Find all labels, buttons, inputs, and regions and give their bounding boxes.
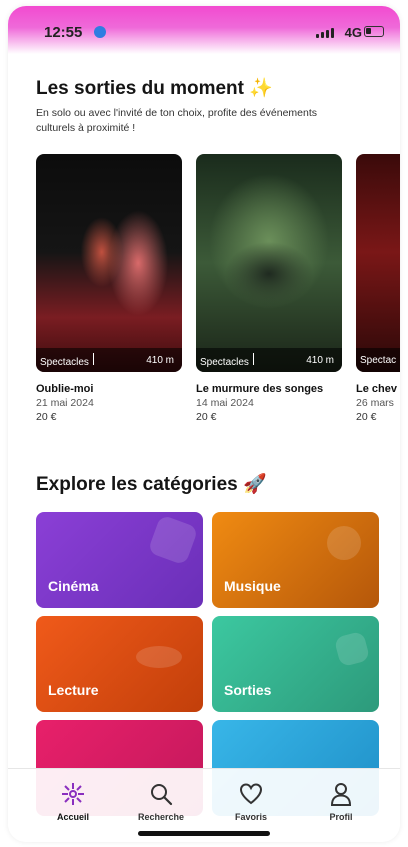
event-card[interactable]: Spectacles 410 m Oublie-moi 21 mai 2024 … [36, 154, 182, 424]
section-title-events: Les sorties du moment ✨ [36, 78, 273, 99]
network-label: 4G [344, 25, 362, 40]
category-label: Cinéma [48, 578, 99, 594]
tab-label: Favoris [234, 812, 267, 822]
home-flower-icon [62, 783, 84, 805]
status-time: 12:55 [44, 24, 83, 41]
event-title: Le chev [356, 383, 397, 395]
tab-profil[interactable]: Profil [306, 781, 376, 822]
category-tile-musique[interactable]: Musique [212, 512, 379, 608]
user-icon [330, 783, 352, 806]
event-distance: 410 m [306, 354, 334, 366]
event-price: 20 € [356, 411, 377, 423]
status-bar: 12:55 4G [8, 6, 400, 54]
tab-label: Accueil [56, 812, 89, 822]
category-tile-sorties[interactable]: Sorties [212, 616, 379, 712]
app-screen: 12:55 4G Les sorties du moment ✨ En solo… [8, 6, 400, 842]
heart-icon [239, 783, 263, 805]
event-price: 20 € [196, 411, 217, 423]
event-image: Spectacles 410 m [36, 154, 182, 372]
home-indicator [138, 831, 270, 836]
event-category: Spectacles [40, 356, 89, 368]
category-tile-lecture[interactable]: Lecture [36, 616, 203, 712]
category-label: Sorties [224, 682, 272, 698]
event-category: Spectac [360, 354, 397, 366]
signal-icon [316, 28, 334, 38]
event-tag: Spectacles 410 m [36, 348, 182, 372]
tab-recherche[interactable]: Recherche [126, 781, 196, 822]
event-category: Spectacles [200, 356, 249, 368]
event-date: 14 mai 2024 [196, 397, 254, 409]
event-tag: Spectac [356, 348, 400, 372]
event-date: 21 mai 2024 [36, 397, 94, 409]
section-title-categories: Explore les catégories 🚀 [36, 474, 267, 495]
category-label: Lecture [48, 682, 99, 698]
tab-favoris[interactable]: Favoris [216, 781, 286, 822]
section-subtitle: En solo ou avec l'invité de ton choix, p… [36, 107, 318, 134]
category-label: Musique [224, 578, 281, 594]
event-distance: 410 m [146, 354, 174, 366]
event-title: Le murmure des songes [196, 383, 324, 395]
category-tile-cinema[interactable]: Cinéma [36, 512, 203, 608]
event-card[interactable]: Spectac Le chev 26 mars 20 € [356, 154, 400, 424]
tab-accueil[interactable]: Accueil [38, 781, 108, 822]
location-icon [94, 26, 106, 38]
tab-label: Profil [329, 812, 353, 822]
event-card[interactable]: Spectacles 410 m Le murmure des songes 1… [196, 154, 342, 424]
event-title: Oublie-moi [36, 383, 94, 395]
battery-icon [364, 26, 384, 37]
event-date: 26 mars [356, 397, 394, 409]
tab-label: Recherche [137, 812, 185, 822]
event-image: Spectacles 410 m [196, 154, 342, 372]
events-carousel[interactable]: Spectacles 410 m Oublie-moi 21 mai 2024 … [36, 154, 400, 454]
event-image: Spectac [356, 154, 400, 372]
event-tag: Spectacles 410 m [196, 348, 342, 372]
event-price: 20 € [36, 411, 57, 423]
search-icon [151, 784, 173, 806]
